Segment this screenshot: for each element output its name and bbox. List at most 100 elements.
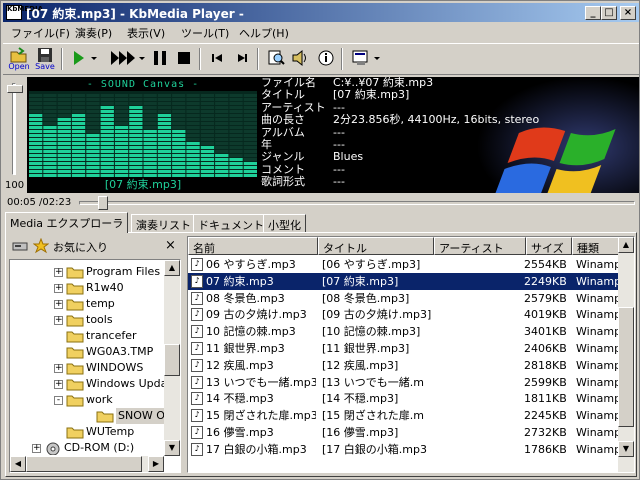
tree-scroll-thumb[interactable] xyxy=(164,344,180,376)
info-row: 曲の長さ 2分23.856秒, 44100Hz, 16bits, stereo xyxy=(261,114,637,126)
menu-file[interactable]: ファイル(F) xyxy=(11,25,70,41)
column-header-name[interactable]: 名前 xyxy=(188,237,318,255)
app-icon[interactable]: KbMEDIA xyxy=(6,5,43,20)
minimize-button[interactable]: _ xyxy=(585,6,601,20)
tree-item-label: Program Files xyxy=(86,265,161,278)
tree-expander-icon[interactable]: + xyxy=(54,316,63,325)
file-row[interactable]: ♪ 13 いつでも一緒.mp3 [13 いつでも一緒.m 2599KB Winamp xyxy=(188,374,618,391)
menu-tools[interactable]: ツール(T) xyxy=(181,25,229,41)
tree-expander-icon[interactable]: - xyxy=(54,396,63,405)
file-row[interactable]: ♪ 17 白銀の小箱.mp3 [17 白銀の小箱.mp3 1786KB Winamp xyxy=(188,441,618,458)
file-row[interactable]: ♪ 14 不穏.mp3 [14 不穏.mp3] 1811KB Winamp xyxy=(188,390,618,407)
next-track-button[interactable] xyxy=(231,47,253,73)
scroll-down-icon[interactable]: ▼ xyxy=(164,440,180,456)
toolbar-separator xyxy=(341,48,343,70)
pause-button[interactable] xyxy=(149,47,171,73)
tab-media-explorer[interactable]: Media エクスプローラ xyxy=(5,212,129,233)
star-icon[interactable] xyxy=(33,238,49,254)
tree-expander-icon[interactable]: + xyxy=(54,284,63,293)
file-row[interactable]: ♪ 09 古の夕焼け.mp3 [09 古の夕焼け.mp3] 4019KB Winamp xyxy=(188,306,618,323)
tree-item-label: trancefer xyxy=(86,329,137,342)
volume-thumb[interactable] xyxy=(7,85,23,93)
drive-icon[interactable] xyxy=(12,242,28,251)
scroll-down-icon[interactable]: ▼ xyxy=(618,441,634,457)
tree-item-label: WINDOWS xyxy=(86,361,144,374)
file-row[interactable]: ♪ 16 儚雪.mp3 [16 儚雪.mp3] 2732KB Winamp xyxy=(188,424,618,441)
scroll-left-icon[interactable]: ◀ xyxy=(10,456,26,472)
info-value: --- xyxy=(333,100,345,114)
dropdown-menu-icon xyxy=(352,50,380,65)
tree-item-label: work xyxy=(86,393,113,406)
speaker-button[interactable] xyxy=(289,47,311,73)
info-key: ジャンル xyxy=(261,150,305,164)
open-label: Open xyxy=(8,62,30,71)
column-header-title[interactable]: タイトル xyxy=(318,237,434,255)
list-vertical-scrollbar[interactable]: ▲ ▼ xyxy=(618,237,634,472)
file-cell-name: 16 儚雪.mp3 xyxy=(206,426,274,439)
info-button[interactable] xyxy=(315,47,337,73)
scroll-up-icon[interactable]: ▲ xyxy=(164,260,180,276)
tree-hscroll-thumb[interactable] xyxy=(26,456,142,472)
stop-button[interactable] xyxy=(173,47,195,73)
save-button[interactable]: Save xyxy=(33,47,57,73)
tree-expander-icon[interactable]: + xyxy=(54,300,63,309)
display-mode-button[interactable] xyxy=(349,47,385,73)
info-key: アーティスト xyxy=(261,100,326,114)
favorites-close-button[interactable]: × xyxy=(165,238,176,253)
tree-expander-icon[interactable]: + xyxy=(54,364,63,373)
file-cell-name: 17 白銀の小箱.mp3 xyxy=(206,442,307,456)
tree-expander-icon[interactable]: + xyxy=(54,380,63,389)
file-cell-title: [09 古の夕焼け.mp3] xyxy=(322,308,432,322)
title-bar[interactable]: KbMEDIA [07 約束.mp3] - KbMedia Player - _… xyxy=(3,3,639,22)
file-cell-size: 1811KB xyxy=(524,392,567,406)
file-row[interactable]: ♪ 08 冬景色.mp3 [08 冬景色.mp3] 2579KB Winamp xyxy=(188,290,618,307)
play-button[interactable] xyxy=(69,47,99,73)
file-cell-name: 15 閉ざされた扉.mp3 xyxy=(206,409,316,423)
file-cell-size: 2732KB xyxy=(524,426,567,439)
tree-vertical-scrollbar[interactable]: ▲ ▼ xyxy=(164,260,180,456)
column-header-size[interactable]: サイズ xyxy=(526,237,572,255)
file-row[interactable]: ♪ 15 閉ざされた扉.mp3 [15 閉ざされた扉.m 2245KB Winamp xyxy=(188,407,618,424)
info-value: --- xyxy=(333,138,345,151)
column-header-artist[interactable]: アーティスト xyxy=(434,237,526,255)
previous-track-button[interactable] xyxy=(207,47,229,73)
tree-horizontal-scrollbar[interactable]: ◀ ▶ xyxy=(10,456,164,472)
tree-expander-icon[interactable]: + xyxy=(54,268,63,277)
audio-file-icon: ♪ xyxy=(191,392,203,406)
seek-track[interactable] xyxy=(79,201,635,205)
seek-bar[interactable]: 00:05 /02:23 xyxy=(3,195,639,211)
seek-thumb[interactable] xyxy=(98,196,109,210)
info-key: コメント xyxy=(261,162,305,176)
tab-document[interactable]: ドキュメント xyxy=(193,214,269,232)
audio-file-icon: ♪ xyxy=(191,442,203,456)
scroll-up-icon[interactable]: ▲ xyxy=(618,237,634,253)
tree-item-label: tools xyxy=(86,313,113,326)
search-file-button[interactable] xyxy=(265,47,287,73)
list-scroll-thumb[interactable] xyxy=(618,307,634,427)
column-header-type[interactable]: 種類 xyxy=(572,237,620,255)
file-cell-title: [12 疾風.mp3] xyxy=(322,358,399,372)
tab-playlist[interactable]: 演奏リスト xyxy=(131,214,196,232)
open-button[interactable]: Open xyxy=(7,47,31,73)
menu-play[interactable]: 演奏(P) xyxy=(75,25,112,41)
file-row[interactable]: ♪ 11 銀世界.mp3 [11 銀世界.mp3] 2406KB Winamp xyxy=(188,340,618,357)
file-cell-title: [07 約束.mp3] xyxy=(322,274,399,288)
volume-slider[interactable]: 100 xyxy=(5,77,25,193)
volume-track[interactable] xyxy=(12,83,16,175)
file-row[interactable]: ♪ 07 約束.mp3 [07 約束.mp3] 2249KB Winamp xyxy=(188,272,618,290)
pause-icon xyxy=(154,51,166,65)
maximize-button[interactable]: □ xyxy=(601,6,617,20)
file-row[interactable]: ♪ 12 疾風.mp3 [12 疾風.mp3] 2818KB Winamp xyxy=(188,357,618,374)
close-button[interactable]: × xyxy=(620,6,636,20)
fast-forward-button[interactable] xyxy=(107,47,147,73)
menu-help[interactable]: ヘルプ(H) xyxy=(239,25,289,41)
file-row[interactable]: ♪ 06 やすらぎ.mp3 [06 やすらぎ.mp3] 2554KB Winamp xyxy=(188,256,618,273)
info-row: ファイル名 C:¥..¥07 約束.mp3 xyxy=(261,77,637,89)
file-cell-name: 09 古の夕焼け.mp3 xyxy=(206,308,307,322)
menu-view[interactable]: 表示(V) xyxy=(127,25,165,41)
tree-expander-icon[interactable]: + xyxy=(32,444,41,453)
folder-icon xyxy=(66,267,84,279)
tab-compact[interactable]: 小型化 xyxy=(263,214,306,232)
file-row[interactable]: ♪ 10 記憶の棘.mp3 [10 記憶の棘.mp3] 3401KB Winamp xyxy=(188,323,618,340)
scroll-right-icon[interactable]: ▶ xyxy=(148,456,164,472)
